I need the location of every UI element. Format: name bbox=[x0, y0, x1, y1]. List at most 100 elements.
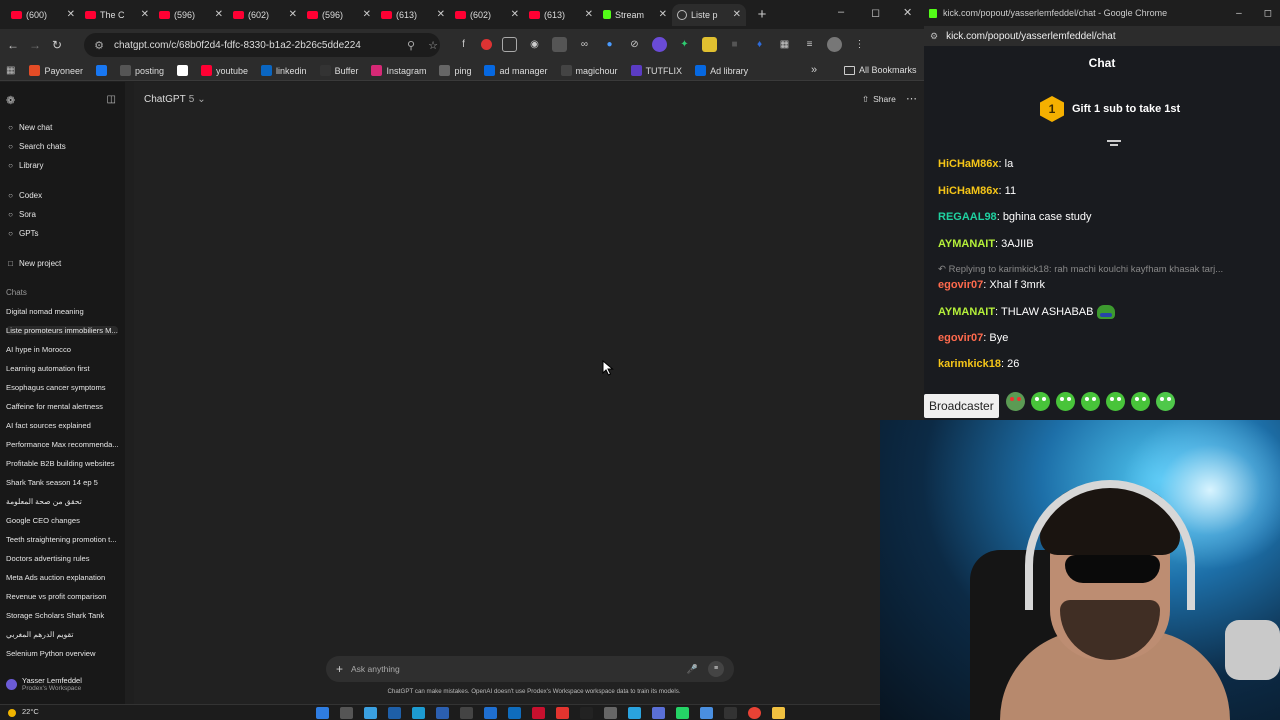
browser-tab[interactable]: (596) ✕ bbox=[302, 4, 376, 26]
chat-history-item[interactable]: تقويم الدرهم المغربي bbox=[6, 630, 118, 639]
bookmark-star-icon[interactable]: ☆ bbox=[426, 39, 440, 52]
temperature[interactable]: 22°C bbox=[22, 707, 39, 716]
model-picker[interactable]: ChatGPT 5 ⌄ bbox=[144, 94, 206, 105]
emote-icon[interactable] bbox=[1131, 392, 1150, 411]
chat-username[interactable]: karimkick18 bbox=[938, 358, 1001, 370]
close-tab-icon[interactable]: ✕ bbox=[289, 9, 297, 20]
sidebar-item-sora[interactable]: ○ Sora bbox=[6, 210, 36, 219]
chat-history-item[interactable]: Caffeine for mental alertness bbox=[6, 402, 118, 411]
pinned-toggle-icon[interactable] bbox=[1107, 140, 1121, 148]
address-bar[interactable]: ⚙ chatgpt.com/c/68b0f2d4-fdfc-8330-b1a2-… bbox=[84, 33, 440, 57]
forward-icon[interactable]: → bbox=[24, 38, 46, 52]
voice-mode-icon[interactable]: ≡ bbox=[708, 661, 724, 677]
app-icon[interactable] bbox=[604, 707, 617, 719]
close-tab-icon[interactable]: ✕ bbox=[437, 9, 445, 20]
close-tab-icon[interactable]: ✕ bbox=[585, 9, 593, 20]
zoom-icon[interactable]: ⚲ bbox=[404, 39, 418, 52]
app-icon[interactable] bbox=[484, 707, 497, 719]
emote-icon[interactable] bbox=[1081, 392, 1100, 411]
chat-history-item[interactable]: Revenue vs profit comparison bbox=[6, 592, 118, 601]
bookmark-item[interactable] bbox=[177, 65, 189, 76]
sidebar-item-library[interactable]: ○ Library bbox=[6, 161, 43, 170]
extension-icon[interactable]: ■ bbox=[727, 37, 742, 52]
emote-icon[interactable] bbox=[1156, 392, 1175, 411]
apps-icon[interactable]: ▦ bbox=[6, 65, 15, 76]
chrome-icon[interactable] bbox=[748, 707, 761, 719]
weather-icon[interactable] bbox=[8, 709, 16, 717]
add-attachment-icon[interactable]: + bbox=[336, 662, 343, 676]
app-icon[interactable] bbox=[460, 707, 473, 719]
chat-history-item[interactable]: Profitable B2B building websites bbox=[6, 459, 118, 468]
camera-icon[interactable]: ◉ bbox=[527, 37, 542, 52]
whatsapp-icon[interactable] bbox=[676, 707, 689, 719]
sidebar-item-gpts[interactable]: ○ GPTs bbox=[6, 229, 38, 238]
app-icon[interactable] bbox=[724, 707, 737, 719]
new-tab-button[interactable]: + bbox=[752, 6, 772, 23]
share-button[interactable]: ⇧ Share bbox=[862, 94, 896, 105]
chat-username[interactable]: HiCHaM86x bbox=[938, 185, 999, 197]
sidebar-scrollbar[interactable] bbox=[126, 82, 134, 704]
chat-history-item[interactable]: AI hype in Morocco bbox=[6, 345, 118, 354]
app-icon[interactable] bbox=[700, 707, 713, 719]
chat-history-item[interactable]: Selenium Python overview bbox=[6, 649, 118, 658]
chat-history-item[interactable]: Meta Ads auction explanation bbox=[6, 573, 118, 582]
app-icon[interactable] bbox=[532, 707, 545, 719]
bookmark-item[interactable]: magichour bbox=[560, 65, 618, 76]
extension-icon[interactable] bbox=[552, 37, 567, 52]
bookmark-item[interactable]: linkedin bbox=[261, 65, 307, 76]
maximize-icon[interactable]: ◻ bbox=[871, 6, 880, 19]
new-project-button[interactable]: □ New project bbox=[6, 259, 61, 268]
bookmark-item[interactable] bbox=[95, 65, 107, 76]
chat-history-item[interactable]: تحقق من صحة المعلومة bbox=[6, 497, 118, 506]
user-profile-button[interactable]: Yasser Lemfeddel Prodex's Workspace bbox=[6, 676, 82, 692]
minimize-icon[interactable]: – bbox=[838, 6, 844, 18]
extension-icon[interactable] bbox=[652, 37, 667, 52]
browser-tab[interactable]: (600) ✕ bbox=[6, 4, 80, 26]
close-tab-icon[interactable]: ✕ bbox=[659, 9, 667, 20]
sidebar-item-new-chat[interactable]: ○ New chat bbox=[6, 123, 52, 132]
browser-tab[interactable]: (602) ✕ bbox=[228, 4, 302, 26]
gift-sub-banner[interactable]: 1 Gift 1 sub to take 1st bbox=[1040, 96, 1180, 122]
browser-tab[interactable]: (596) ✕ bbox=[154, 4, 228, 26]
menu-icon[interactable]: ⋮ bbox=[852, 37, 867, 52]
link-icon[interactable]: ∞ bbox=[577, 37, 592, 52]
emote-icon[interactable] bbox=[1006, 392, 1025, 411]
browser-tab[interactable]: Stream ✕ bbox=[598, 4, 672, 26]
bookmark-item[interactable]: Payoneer bbox=[29, 65, 83, 76]
more-bookmarks-icon[interactable]: » bbox=[811, 64, 817, 76]
chat-history-item[interactable]: Liste promoteurs immobiliers M... bbox=[6, 326, 118, 335]
close-sidebar-icon[interactable]: ◫ bbox=[107, 94, 116, 107]
emote-icon[interactable] bbox=[1106, 392, 1125, 411]
site-info-icon[interactable]: ⚙ bbox=[930, 31, 938, 42]
chat-history-item[interactable]: Storage Scholars Shark Tank bbox=[6, 611, 118, 620]
tiktok-icon[interactable] bbox=[580, 707, 593, 719]
chat-username[interactable]: egovir07 bbox=[938, 279, 983, 291]
block-icon[interactable]: ⊘ bbox=[627, 37, 642, 52]
windows-start-icon[interactable] bbox=[316, 707, 329, 719]
app-icon[interactable] bbox=[364, 707, 377, 719]
sidebar-item-codex[interactable]: ○ Codex bbox=[6, 191, 42, 200]
app-icon[interactable] bbox=[388, 707, 401, 719]
bookmark-item[interactable]: TUTFLIX bbox=[630, 65, 682, 76]
prompt-input[interactable] bbox=[351, 664, 687, 674]
chat-history-item[interactable]: AI fact sources explained bbox=[6, 421, 118, 430]
bookmark-item[interactable]: posting bbox=[119, 65, 164, 76]
app-icon[interactable] bbox=[436, 707, 449, 719]
app-icon[interactable] bbox=[340, 707, 353, 719]
bookmark-item[interactable]: Buffer bbox=[319, 65, 358, 76]
close-tab-icon[interactable]: ✕ bbox=[67, 9, 75, 20]
extension-icon[interactable]: ✦ bbox=[677, 37, 692, 52]
browser-tab[interactable]: (602) ✕ bbox=[450, 4, 524, 26]
close-tab-icon[interactable]: ✕ bbox=[141, 9, 149, 20]
tag-icon[interactable]: ♦ bbox=[752, 37, 767, 52]
chat-username[interactable]: REGAAL98 bbox=[938, 211, 997, 223]
url-text[interactable]: chatgpt.com/c/68b0f2d4-fdfc-8330-b1a2-2b… bbox=[114, 40, 396, 51]
browser-tab[interactable]: (613) ✕ bbox=[524, 4, 598, 26]
puzzle-icon[interactable]: ▦ bbox=[777, 37, 792, 52]
browser-tab[interactable]: The C ✕ bbox=[80, 4, 154, 26]
bookmark-item[interactable]: ping bbox=[439, 65, 471, 76]
popup-address-bar[interactable]: ⚙ kick.com/popout/yasserlemfeddel/chat bbox=[924, 26, 1280, 46]
chat-history-item[interactable]: Esophagus cancer symptoms bbox=[6, 383, 118, 392]
function-icon[interactable]: f bbox=[456, 37, 471, 52]
file-explorer-icon[interactable] bbox=[772, 707, 785, 719]
